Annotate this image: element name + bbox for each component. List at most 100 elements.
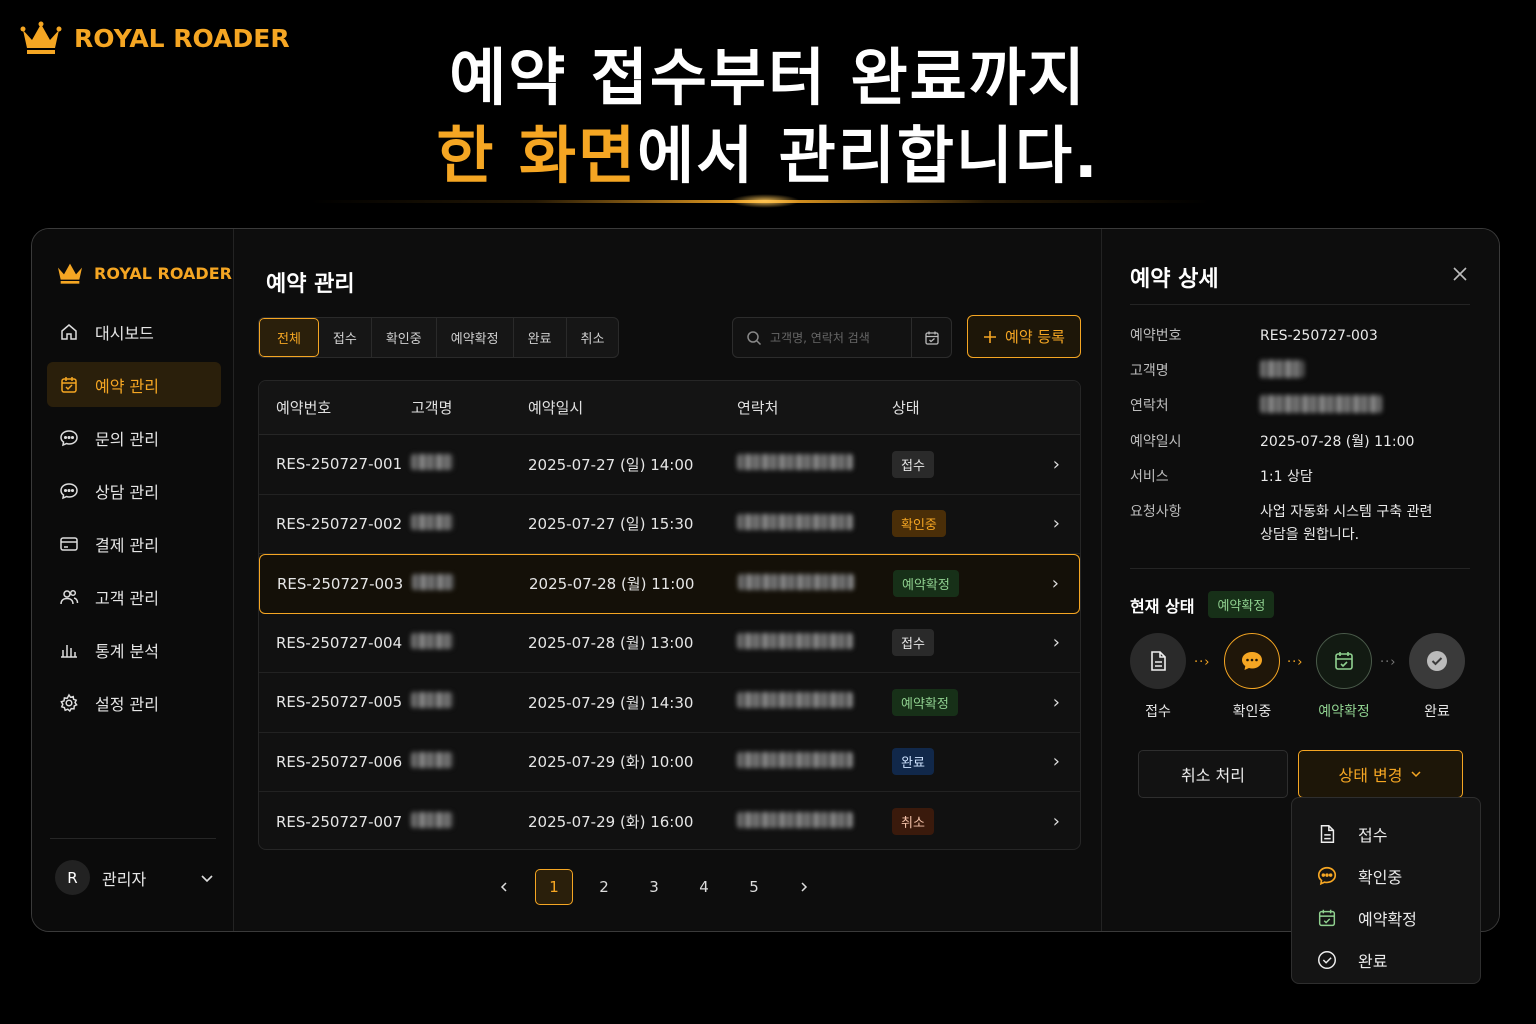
table-row[interactable]: RES-250727-002 2025-07-27 (일) 15:30 확인중 … (259, 495, 1080, 554)
app-window: ROYAL ROADER 대시보드 예약 관리 문의 관리 상담 관리 결제 관… (31, 228, 1500, 932)
dropdown-item-checking[interactable]: 확인중 (1292, 855, 1480, 897)
chevron-right-icon[interactable]: › (1053, 811, 1060, 832)
tab-done[interactable]: 완료 (514, 318, 567, 357)
col-datetime: 예약일시 (528, 399, 584, 417)
detail-field-id: 예약번호 RES-250727-003 (1130, 325, 1470, 348)
close-icon[interactable] (1450, 264, 1470, 284)
col-id: 예약번호 (276, 399, 332, 417)
page-button[interactable]: 5 (735, 869, 773, 905)
contact-blurred (737, 513, 853, 530)
page-button[interactable]: 3 (635, 869, 673, 905)
chevron-down-icon (1411, 771, 1422, 778)
add-reservation-label: 예약 등록 (1005, 328, 1065, 346)
user-name: 관리자 (102, 869, 147, 889)
step-label: 확인중 (1232, 704, 1272, 720)
chevron-down-icon (201, 874, 213, 882)
home-icon (61, 323, 77, 340)
status-stepper: 접수 ··› 확인중 ··› 예약확정 ··› 완료 (1130, 633, 1470, 723)
dropdown-item-label: 예약확정 (1358, 910, 1417, 929)
prev-page-button[interactable] (485, 869, 523, 905)
next-page-button[interactable] (785, 869, 823, 905)
pagination: 1 2 3 4 5 (485, 869, 835, 905)
chevron-right-icon[interactable]: › (1053, 692, 1060, 713)
table-row[interactable]: RES-250727-006 2025-07-29 (화) 10:00 완료 › (259, 733, 1080, 792)
contact-blurred (737, 692, 853, 709)
chevron-right-icon[interactable]: › (1052, 573, 1059, 594)
cancel-reservation-button[interactable]: 취소 처리 (1138, 750, 1288, 798)
sidebar-item-label: 고객 관리 (95, 588, 159, 608)
tab-received[interactable]: 접수 (319, 318, 372, 357)
sidebar-item-payments[interactable]: 결제 관리 (47, 521, 221, 566)
headline-line2: 한 화면에서 관리합니다. (0, 116, 1536, 196)
chevron-right-icon[interactable]: › (1053, 751, 1060, 772)
sidebar-item-reservations[interactable]: 예약 관리 (47, 362, 221, 407)
sidebar-item-consulting[interactable]: 상담 관리 (47, 468, 221, 513)
sidebar-item-customers[interactable]: 고객 관리 (47, 574, 221, 619)
calendar-icon (61, 376, 77, 393)
sidebar: ROYAL ROADER 대시보드 예약 관리 문의 관리 상담 관리 결제 관… (32, 229, 234, 931)
document-icon (1151, 651, 1166, 671)
table-row[interactable]: RES-250727-001 2025-07-27 (일) 14:00 접수 › (259, 435, 1080, 495)
sidebar-item-settings[interactable]: 설정 관리 (47, 680, 221, 725)
change-status-label: 상태 변경 (1338, 766, 1403, 785)
user-menu[interactable]: R 관리자 (55, 860, 215, 895)
headline: 예약 접수부터 완료까지 한 화면에서 관리합니다. (0, 40, 1536, 196)
chevron-right-icon (801, 882, 808, 892)
page-button[interactable]: 1 (535, 869, 573, 905)
detail-divider (1130, 304, 1470, 305)
field-value: 1:1 상담 (1260, 469, 1313, 485)
status-badge: 예약확정 (1208, 591, 1275, 618)
table-header: 예약번호 고객명 예약일시 연락처 상태 (259, 381, 1080, 435)
current-status-label: 현재 상태 (1130, 596, 1195, 616)
chevron-right-icon[interactable]: › (1053, 454, 1060, 475)
chevron-right-icon[interactable]: › (1053, 513, 1060, 534)
search-input[interactable] (770, 330, 910, 345)
status-badge: 예약확정 (893, 570, 959, 598)
customer-name-blurred (411, 454, 453, 471)
change-status-button[interactable]: 상태 변경 (1298, 750, 1463, 798)
main-panel: 예약 관리 전체 접수 확인중 예약확정 완료 취소 예약 등록 예약번호 고객… (235, 229, 1101, 931)
sidebar-item-statistics[interactable]: 통계 분석 (47, 627, 221, 672)
chat-bubble-icon (1317, 866, 1337, 886)
step-arrow: ··› (1287, 655, 1304, 670)
table-row[interactable]: RES-250727-005 2025-07-29 (월) 14:30 예약확정… (259, 673, 1080, 733)
sidebar-item-label: 설정 관리 (95, 694, 159, 714)
page-button[interactable]: 2 (585, 869, 623, 905)
sidebar-item-label: 예약 관리 (95, 376, 159, 396)
table-row-selected[interactable]: RES-250727-003 2025-07-28 (월) 11:00 예약확정… (259, 554, 1080, 614)
check-circle-icon (1427, 651, 1447, 671)
dropdown-item-label: 접수 (1358, 826, 1388, 845)
reservation-id: RES-250727-003 (277, 574, 404, 593)
tab-confirmed[interactable]: 예약확정 (437, 318, 514, 357)
dropdown-item-done[interactable]: 완료 (1292, 939, 1480, 981)
sidebar-item-dashboard[interactable]: 대시보드 (47, 309, 221, 354)
sidebar-brand-name: ROYAL ROADER (94, 263, 232, 283)
col-status: 상태 (892, 399, 920, 417)
current-status: 현재 상태 예약확정 (1130, 591, 1275, 618)
reservation-id: RES-250727-007 (276, 812, 403, 831)
sidebar-brand[interactable]: ROYAL ROADER (56, 261, 232, 285)
table-row[interactable]: RES-250727-004 2025-07-28 (월) 13:00 접수 › (259, 614, 1080, 673)
tab-checking[interactable]: 확인중 (372, 318, 437, 357)
reservation-datetime: 2025-07-27 (일) 14:00 (528, 455, 694, 474)
dropdown-item-confirmed[interactable]: 예약확정 (1292, 897, 1480, 939)
add-reservation-button[interactable]: 예약 등록 (967, 315, 1081, 358)
sidebar-divider (50, 838, 216, 839)
reservation-id: RES-250727-005 (276, 693, 403, 712)
date-filter-button[interactable] (911, 318, 951, 357)
step-label: 완료 (1424, 704, 1450, 720)
dropdown-item-received[interactable]: 접수 (1292, 813, 1480, 855)
sidebar-item-label: 대시보드 (95, 323, 154, 343)
tab-cancelled[interactable]: 취소 (567, 318, 619, 357)
table-row[interactable]: RES-250727-007 2025-07-29 (화) 16:00 취소 › (259, 792, 1080, 849)
calendar-check-icon (1335, 652, 1353, 670)
field-key: 서비스 (1130, 469, 1169, 485)
tab-all[interactable]: 전체 (259, 318, 319, 357)
search-icon (747, 330, 762, 345)
search-box (732, 317, 952, 358)
contact-blurred (737, 632, 853, 649)
col-customer: 고객명 (411, 399, 453, 417)
sidebar-item-inquiries[interactable]: 문의 관리 (47, 415, 221, 460)
chevron-right-icon[interactable]: › (1053, 632, 1060, 653)
page-button[interactable]: 4 (685, 869, 723, 905)
